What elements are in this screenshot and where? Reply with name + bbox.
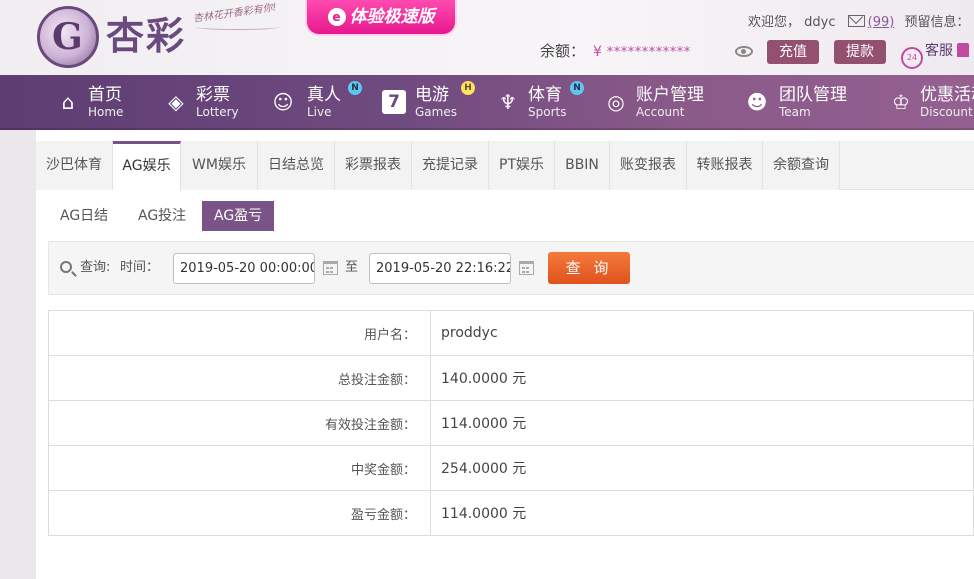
nav-label-en: Home xyxy=(88,105,124,119)
mail-count-link[interactable]: (99) xyxy=(868,15,895,30)
promo-logo-icon: e xyxy=(327,8,346,26)
new-badge: N xyxy=(570,81,584,95)
range-separator: 至 xyxy=(345,260,359,275)
row-value: 114.0000 元 xyxy=(430,490,974,536)
promo-label: 体验极速版 xyxy=(349,7,435,27)
calendar-icon[interactable] xyxy=(323,261,338,275)
nav-label-en: Account xyxy=(636,105,685,119)
main-nav: ⌂ 首页 Home ◈ 彩票 Lottery ☺ 真人 Live N 7 电游 … xyxy=(0,75,974,130)
customer-service-label: 客服 xyxy=(925,43,953,59)
row-value: 114.0000 元 xyxy=(430,400,974,446)
lottery-icon: ◈ xyxy=(168,90,184,114)
calendar-icon[interactable] xyxy=(519,261,534,275)
row-label: 盈亏金额： xyxy=(48,490,431,536)
query-bar: 查询: 时间： 2019-05-20 00:00:00 至 2019-05-20… xyxy=(48,241,974,295)
report-tabs: 沙巴体育 AG娱乐 WM娱乐 日结总览 彩票报表 充提记录 PT娱乐 BBIN … xyxy=(36,141,974,191)
time-label: 时间： xyxy=(120,260,160,275)
nav-label-en: Lottery xyxy=(196,105,239,119)
user-info-bar: 欢迎您， ddyc (99) 预留信息： xyxy=(748,11,974,30)
gift-icon xyxy=(957,43,969,57)
profit-loss-summary-table: 用户名： proddyc 总投注金额： 140.0000 元 有效投注金额： 1… xyxy=(48,310,974,536)
table-row: 总投注金额： 140.0000 元 xyxy=(48,355,974,401)
balance-masked: ************ xyxy=(606,45,691,60)
nav-label-zh: 账户管理 xyxy=(636,85,704,105)
tab-lottery-report[interactable]: 彩票报表 xyxy=(335,141,412,190)
team-icon: ☻ xyxy=(746,90,768,114)
logo-letter: G xyxy=(52,16,83,58)
tab-pt-entertainment[interactable]: PT娱乐 xyxy=(489,141,555,190)
row-label: 用户名： xyxy=(48,310,431,356)
nav-label-en: Team xyxy=(779,105,811,119)
nav-label-en: Sports xyxy=(528,105,567,119)
nav-label-zh: 团队管理 xyxy=(779,85,847,105)
query-label: 查询: xyxy=(80,260,111,275)
eye-icon[interactable] xyxy=(735,46,753,57)
table-row: 有效投注金额： 114.0000 元 xyxy=(48,400,974,446)
nav-label-en: Games xyxy=(415,105,457,119)
table-row: 中奖金额： 254.0000 元 xyxy=(48,445,974,491)
tab-transfer-report[interactable]: 转账报表 xyxy=(687,141,763,190)
nav-label-zh: 真人 xyxy=(307,85,341,105)
tab-balance-change-report[interactable]: 账变报表 xyxy=(610,141,687,190)
subtab-ag-daily[interactable]: AG日结 xyxy=(48,201,120,231)
withdraw-button[interactable]: 提款 xyxy=(834,40,886,64)
site-header: G 杏彩 杏林花开香彩有你! e 体验极速版 欢迎您， ddyc (99) 预留信… xyxy=(0,0,974,75)
search-icon xyxy=(60,261,72,273)
mail-icon[interactable] xyxy=(847,15,865,27)
tab-shaba-sports[interactable]: 沙巴体育 xyxy=(36,141,113,190)
tab-ag-entertainment[interactable]: AG娱乐 xyxy=(113,141,181,191)
nav-label-zh: 首页 xyxy=(88,85,122,105)
nav-label-zh: 优惠活动 xyxy=(920,85,974,105)
logo-emblem-icon[interactable]: G xyxy=(37,6,99,68)
nav-item-discount[interactable]: ♔ 优惠活动 Discount xyxy=(889,75,974,130)
hot-badge: H xyxy=(461,81,475,95)
slot-seven-icon: 7 xyxy=(382,90,406,114)
deposit-button[interactable]: 充值 xyxy=(767,40,819,64)
row-value: proddyc xyxy=(430,310,974,356)
nav-label-zh: 电游 xyxy=(415,85,449,105)
row-label: 总投注金额： xyxy=(48,355,431,401)
nav-label-zh: 彩票 xyxy=(196,85,230,105)
currency-symbol: ¥ xyxy=(593,44,602,60)
table-row: 用户名： proddyc xyxy=(48,310,974,356)
username: ddyc xyxy=(804,15,836,30)
row-value: 254.0000 元 xyxy=(430,445,974,491)
query-button[interactable]: 查 询 xyxy=(548,252,630,284)
start-time-input[interactable]: 2019-05-20 00:00:00 xyxy=(173,253,315,284)
tab-daily-overview[interactable]: 日结总览 xyxy=(258,141,335,190)
balance-display: 余额： ¥ ************ xyxy=(540,40,691,64)
balance-label: 余额： xyxy=(540,42,586,60)
logo-text[interactable]: 杏彩 xyxy=(106,12,186,60)
nav-label-zh: 体育 xyxy=(528,85,562,105)
row-label: 中奖金额： xyxy=(48,445,431,491)
report-panel: 沙巴体育 AG娱乐 WM娱乐 日结总览 彩票报表 充提记录 PT娱乐 BBIN … xyxy=(36,130,974,579)
reserved-info-label: 预留信息： xyxy=(904,15,970,30)
home-icon: ⌂ xyxy=(61,90,75,114)
row-value: 140.0000 元 xyxy=(430,355,974,401)
table-row: 盈亏金额： 114.0000 元 xyxy=(48,490,974,536)
slogan-swoosh xyxy=(195,24,280,30)
headset-24h-icon: 24 xyxy=(901,47,923,69)
customer-service-link[interactable]: 24 客服 xyxy=(901,40,969,69)
row-label: 有效投注金额： xyxy=(48,400,431,446)
subtab-ag-profit-loss[interactable]: AG盈亏 xyxy=(202,201,275,231)
new-badge: N xyxy=(348,81,362,95)
live-dealer-icon: ☺ xyxy=(272,90,294,114)
trophy-icon: ♆ xyxy=(499,90,517,114)
end-time-input[interactable]: 2019-05-20 22:16:22 xyxy=(369,253,511,284)
tab-deposit-withdraw-records[interactable]: 充提记录 xyxy=(412,141,489,190)
nav-label-en: Discount xyxy=(920,105,973,119)
speed-version-promo-button[interactable]: e 体验极速版 xyxy=(305,0,457,36)
welcome-text: 欢迎您， xyxy=(748,15,801,30)
tab-wm-entertainment[interactable]: WM娱乐 xyxy=(181,141,258,190)
account-coin-icon: ◎ xyxy=(607,90,625,114)
tab-bbin[interactable]: BBIN xyxy=(555,141,610,190)
gift-icon: ♔ xyxy=(892,90,910,114)
logo-slogan: 杏林花开香彩有你! xyxy=(192,2,278,25)
subtab-ag-bets[interactable]: AG投注 xyxy=(126,201,198,231)
nav-label-en: Live xyxy=(307,105,332,119)
tab-balance-query[interactable]: 余额查询 xyxy=(763,141,840,190)
